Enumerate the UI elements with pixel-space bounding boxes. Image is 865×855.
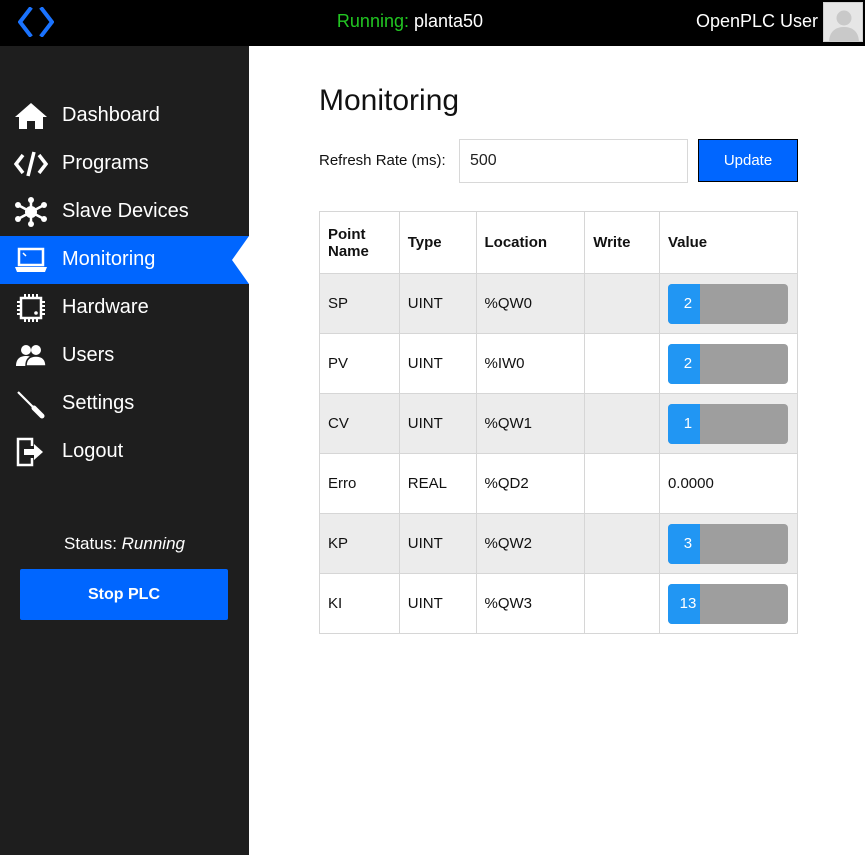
column-header: Value <box>658 211 799 274</box>
sidebar-item-label: Users <box>62 344 115 366</box>
value-text: 0.0000 <box>667 475 714 492</box>
update-button[interactable]: Update <box>698 139 798 182</box>
cell-type: UINT <box>398 333 477 394</box>
refresh-rate-label: Refresh Rate (ms): <box>319 152 446 169</box>
user-name[interactable]: OpenPLC User <box>696 11 818 32</box>
value-gauge: 13 <box>667 583 788 624</box>
active-indicator <box>232 236 249 284</box>
cell-name: PV <box>319 333 400 394</box>
monitoring-table: Point Name Type Location Write Value SP U… <box>319 211 799 634</box>
cell-type: UINT <box>398 513 477 574</box>
status-label: Status: <box>64 534 117 553</box>
cell-write[interactable] <box>584 453 660 514</box>
value-gauge: 2 <box>667 283 788 324</box>
gauge-value: 13 <box>679 594 697 612</box>
top-bar: Running: planta50 OpenPLC User <box>0 0 865 46</box>
cell-write[interactable] <box>584 393 660 454</box>
sidebar-item-label: Settings <box>62 392 135 414</box>
code-icon <box>14 151 48 177</box>
cell-name: Erro <box>319 453 400 514</box>
table-row[interactable]: CV UINT %QW1 1 <box>319 393 799 454</box>
screwdriver-icon <box>17 391 45 419</box>
table-row[interactable]: SP UINT %QW0 2 <box>319 273 799 334</box>
column-header: Location <box>475 211 586 274</box>
cell-write[interactable] <box>584 513 660 574</box>
cell-name: KP <box>319 513 400 574</box>
cell-write[interactable] <box>584 273 660 334</box>
cell-value: 3 <box>658 513 799 574</box>
program-name: planta50 <box>414 11 484 31</box>
sidebar-item-label: Programs <box>62 152 149 174</box>
cell-write[interactable] <box>584 573 660 634</box>
cell-name: CV <box>319 393 400 454</box>
table-row[interactable]: PV UINT %IW0 2 <box>319 333 799 394</box>
logout-icon <box>16 437 43 467</box>
table-row[interactable]: Erro REAL %QD2 0.0000 <box>319 453 799 514</box>
cell-type: REAL <box>398 453 477 514</box>
cell-name: SP <box>319 273 400 334</box>
column-header: Write <box>584 211 660 274</box>
column-header: Type <box>398 211 477 274</box>
table-row[interactable]: KI UINT %QW3 13 <box>319 573 799 634</box>
sidebar: Dashboard Programs Slave Devices Monitor… <box>0 46 249 855</box>
user-avatar-icon[interactable] <box>823 2 863 42</box>
sidebar-item-settings[interactable]: Settings <box>0 380 249 428</box>
table-row[interactable]: KP UINT %QW2 3 <box>319 513 799 574</box>
home-icon <box>15 103 47 129</box>
cell-location: %QW1 <box>475 393 586 454</box>
cell-location: %QW0 <box>475 273 586 334</box>
cell-value: 0.0000 <box>658 453 799 514</box>
cell-location: %QW2 <box>475 513 586 574</box>
users-icon <box>16 345 47 367</box>
cell-value: 13 <box>658 573 799 634</box>
value-gauge: 3 <box>667 523 788 564</box>
page-title: Monitoring <box>319 84 460 117</box>
sidebar-item-hardware[interactable]: Hardware <box>0 284 249 332</box>
cell-value: 1 <box>658 393 799 454</box>
sidebar-item-users[interactable]: Users <box>0 332 249 380</box>
cell-type: UINT <box>398 573 477 634</box>
table-header-row: Point Name Type Location Write Value <box>319 211 799 274</box>
sidebar-item-logout[interactable]: Logout <box>0 428 249 476</box>
gauge-value: 2 <box>683 294 693 312</box>
cell-type: UINT <box>398 273 477 334</box>
sidebar-item-label: Slave Devices <box>62 200 189 222</box>
network-icon <box>15 197 47 227</box>
gauge-value: 3 <box>683 534 693 552</box>
sidebar-item-programs[interactable]: Programs <box>0 140 249 188</box>
cell-location: %IW0 <box>475 333 586 394</box>
sidebar-item-dashboard[interactable]: Dashboard <box>0 92 249 140</box>
cell-name: KI <box>319 573 400 634</box>
sidebar-item-label: Hardware <box>62 296 149 318</box>
gauge-value: 2 <box>683 354 693 372</box>
chip-icon <box>17 294 45 322</box>
sidebar-item-label: Monitoring <box>62 248 156 270</box>
value-gauge: 2 <box>667 343 788 384</box>
value-gauge: 1 <box>667 403 788 444</box>
sidebar-item-label: Dashboard <box>62 104 160 126</box>
status-value: Running <box>121 534 185 553</box>
cell-value: 2 <box>658 273 799 334</box>
cell-write[interactable] <box>584 333 660 394</box>
cell-location: %QD2 <box>475 453 586 514</box>
running-label: Running: <box>336 11 409 31</box>
sidebar-item-slave-devices[interactable]: Slave Devices <box>0 188 249 236</box>
sidebar-item-label: Logout <box>62 440 124 462</box>
stop-plc-button[interactable]: Stop PLC <box>20 569 228 620</box>
plc-status: Status: Running <box>0 534 249 554</box>
cell-value: 2 <box>658 333 799 394</box>
monitor-icon <box>15 247 47 272</box>
gauge-value: 1 <box>683 414 693 432</box>
sidebar-item-monitoring[interactable]: Monitoring <box>0 236 249 284</box>
cell-location: %QW3 <box>475 573 586 634</box>
refresh-rate-input[interactable] <box>459 139 688 183</box>
column-header: Point Name <box>319 211 400 274</box>
cell-type: UINT <box>398 393 477 454</box>
